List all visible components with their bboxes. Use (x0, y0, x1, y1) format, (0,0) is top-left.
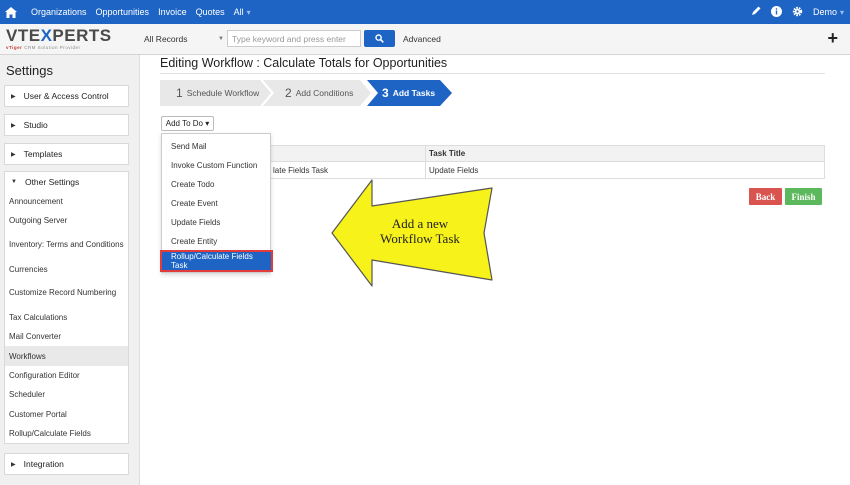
nav-all-label: All (233, 7, 244, 17)
nav-opportunities[interactable]: Opportunities (96, 7, 150, 17)
step-number: 3 (382, 86, 389, 100)
home-icon[interactable] (0, 0, 22, 24)
caret-right-icon: ▶ (11, 93, 16, 100)
nav-all-menu[interactable]: All ▾ (234, 7, 251, 17)
sidebar-section-label: Templates (23, 149, 63, 159)
gear-icon[interactable] (792, 6, 803, 19)
sidebar-item-customer-portal[interactable]: Customer Portal (5, 404, 128, 423)
workflow-tasks-table: Task Title late Fields Task Update Field… (270, 145, 825, 179)
page-title: Editing Workflow : Calculate Totals for … (160, 56, 448, 70)
sidebar-section-label: User & Access Control (23, 91, 109, 101)
divider (160, 73, 825, 74)
search-input[interactable]: Type keyword and press enter (227, 30, 361, 47)
caret-right-icon: ▶ (11, 151, 16, 158)
table-row[interactable]: late Fields Task Update Fields (271, 162, 824, 178)
table-header-row: Task Title (271, 146, 824, 162)
sidebar-section-other-settings[interactable]: ▼ Other Settings (4, 171, 129, 193)
menu-item-invoke-custom-function[interactable]: Invoke Custom Function (162, 156, 270, 175)
records-filter-value: All Records (144, 34, 188, 44)
workflow-steps: 1 Schedule Workflow 2 Add Conditions 3 A… (160, 80, 460, 106)
logo-text-x: X (40, 26, 53, 45)
menu-item-create-event[interactable]: Create Event (162, 194, 270, 213)
settings-sidebar: Settings ▶ User & Access Control ▶ Studi… (0, 55, 140, 485)
pencil-icon[interactable] (751, 6, 761, 18)
step-label: Schedule Workflow (186, 88, 260, 98)
chevron-down-icon: ▼ (218, 36, 224, 42)
sidebar-item-workflows[interactable]: Workflows (5, 346, 128, 366)
logo-text-right: PERTS (52, 26, 112, 45)
other-settings-list: Announcement Outgoing Server Inventory: … (4, 192, 129, 444)
table-header-cell (271, 146, 426, 161)
caret-down-icon: ▼ (11, 179, 17, 185)
step-label: Add Conditions (295, 88, 354, 98)
caret-right-icon: ▶ (11, 461, 16, 468)
step-label: Add Tasks (392, 88, 436, 98)
step-schedule-workflow[interactable]: 1 Schedule Workflow (176, 80, 259, 106)
header-bar: VTEXPERTS vTiger CRM Solution Provider A… (0, 24, 850, 55)
sidebar-item-rollup-calculate-fields[interactable]: Rollup/Calculate Fields (5, 424, 128, 443)
info-icon[interactable] (770, 5, 782, 19)
advanced-search-link[interactable]: Advanced (403, 34, 441, 44)
sidebar-item-record-numbering[interactable]: Customize Record Numbering (5, 279, 128, 308)
callout-line-2: Workflow Task (380, 231, 460, 246)
vtexperts-logo[interactable]: VTEXPERTS vTiger CRM Solution Provider (6, 27, 126, 53)
sidebar-section-label: Studio (23, 120, 48, 130)
add-icon[interactable]: + (827, 28, 838, 49)
chevron-down-icon: ▾ (246, 8, 251, 17)
logo-tagline-brand: vTiger (6, 45, 23, 50)
sidebar-section-integration[interactable]: ▶ Integration (4, 453, 129, 475)
back-button[interactable]: Back (749, 188, 782, 205)
sidebar-item-mail-converter[interactable]: Mail Converter (5, 327, 128, 346)
sidebar-section-studio[interactable]: ▶ Studio (4, 114, 129, 136)
step-number: 1 (176, 86, 183, 100)
search-icon (375, 34, 384, 43)
table-cell-task-title: Update Fields (429, 165, 479, 175)
finish-button[interactable]: Finish (785, 188, 822, 205)
add-todo-menu: Send Mail Invoke Custom Function Create … (160, 133, 273, 273)
logo-tagline-rest: CRM Solution Provider (22, 45, 81, 50)
add-todo-dropdown-button[interactable]: Add To Do ▾ (161, 116, 214, 131)
menu-item-create-entity[interactable]: Create Entity (162, 232, 270, 251)
table-header-task-title: Task Title (429, 149, 466, 158)
sidebar-item-scheduler[interactable]: Scheduler (5, 385, 128, 404)
records-filter-select[interactable]: All Records ▼ (141, 31, 227, 47)
user-menu[interactable]: Demo ▾ (813, 7, 844, 17)
menu-item-send-mail[interactable]: Send Mail (162, 137, 270, 156)
sidebar-item-announcement[interactable]: Announcement (5, 192, 128, 211)
sidebar-item-outgoing-server[interactable]: Outgoing Server (5, 211, 128, 230)
menu-item-create-todo[interactable]: Create Todo (162, 175, 270, 194)
nav-quotes[interactable]: Quotes (196, 7, 225, 17)
sidebar-item-tax-calculations[interactable]: Tax Calculations (5, 308, 128, 327)
step-number: 2 (285, 86, 292, 100)
user-name: Demo (812, 7, 837, 17)
nav-organizations[interactable]: Organizations (31, 7, 87, 17)
sidebar-item-inventory-terms[interactable]: Inventory: Terms and Conditions (5, 231, 128, 260)
menu-item-update-fields[interactable]: Update Fields (162, 213, 270, 232)
sidebar-section-templates[interactable]: ▶ Templates (4, 143, 129, 165)
step-add-conditions[interactable]: 2 Add Conditions (285, 80, 353, 106)
logo-wordmark: VTEXPERTS (6, 27, 126, 44)
sidebar-section-label: Other Settings (24, 177, 80, 187)
top-nav-actions: Demo ▾ (751, 0, 844, 24)
callout-text: Add a new Workflow Task (360, 216, 480, 246)
menu-item-rollup-calculate-fields-task[interactable]: Rollup/Calculate Fields Task (160, 250, 273, 272)
nav-invoice[interactable]: Invoice (158, 7, 187, 17)
top-nav: Organizations Opportunities Invoice Quot… (0, 0, 850, 24)
caret-right-icon: ▶ (11, 122, 16, 129)
sidebar-section-label: Integration (23, 459, 64, 469)
callout-line-1: Add a new (391, 216, 449, 231)
table-cell-task-type: late Fields Task (271, 162, 426, 178)
sidebar-section-user-access[interactable]: ▶ User & Access Control (4, 85, 129, 107)
sidebar-item-currencies[interactable]: Currencies (5, 260, 128, 279)
sidebar-title: Settings (6, 63, 53, 78)
logo-tagline: vTiger CRM Solution Provider (6, 45, 126, 50)
logo-text-left: VTE (6, 26, 41, 45)
search-button[interactable] (364, 30, 395, 47)
step-add-tasks[interactable]: 3 Add Tasks (382, 80, 435, 106)
chevron-down-icon: ▾ (839, 8, 844, 17)
sidebar-item-configuration-editor[interactable]: Configuration Editor (5, 366, 128, 385)
search-placeholder: Type keyword and press enter (232, 33, 346, 44)
